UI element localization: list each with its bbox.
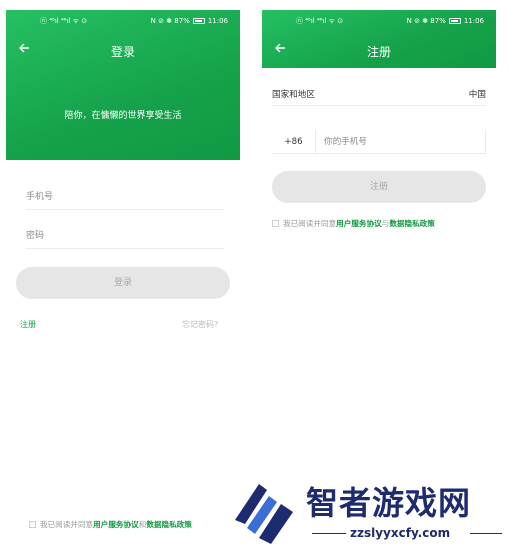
country-code[interactable]: +86: [272, 130, 316, 154]
region-label: 国家和地区: [272, 90, 315, 100]
agreement-and: 与: [381, 219, 390, 228]
status-bar: ⓝ ⁴⁶ıl ⁴⁶ıl ᯤ ⊙ N ⊘ ✱ 87% 11:06: [262, 16, 496, 28]
register-header: ⓝ ⁴⁶ıl ⁴⁶ıl ᯤ ⊙ N ⊘ ✱ 87% 11:06 注册: [262, 10, 496, 68]
screenshot-canvas: ⓝ ⁴⁶ıl ⁴⁶ıl ᯤ ⊙ N ⊘ ✱ 87% 11:06 登录 陪你，在慵…: [0, 0, 509, 546]
clock: 11:06: [207, 17, 228, 25]
status-bar: ⓝ ⁴⁶ıl ⁴⁶ıl ᯤ ⊙ N ⊘ ✱ 87% 11:06: [6, 16, 240, 28]
battery-icon: [448, 18, 461, 24]
register-agreement: 我已阅读并同意 用户服务协议 与 数据隐私政策: [272, 218, 435, 229]
agreement-checkbox[interactable]: [272, 220, 279, 227]
status-bar-right: N ⊘ ✱ 87% 11:06: [151, 16, 228, 26]
region-selector[interactable]: 国家和地区 中国: [272, 84, 486, 106]
clock: 11:06: [463, 17, 484, 25]
forgot-password-link[interactable]: 忘记密码?: [182, 319, 218, 330]
status-indicators: N ⊘ ✱ 87%: [150, 17, 190, 25]
signal-icons: ⓝ ⁴⁶ıl ⁴⁶ıl ᯤ ⊙: [296, 17, 344, 25]
watermark-title: 智者游戏网: [306, 484, 472, 522]
status-bar-right: N ⊘ ✱ 87% 11:06: [407, 16, 484, 26]
agreement-prefix: 我已阅读并同意: [283, 219, 337, 228]
phone-input[interactable]: 手机号: [26, 184, 224, 210]
privacy-link[interactable]: 数据隐私政策: [146, 519, 192, 530]
signal-icons: ⓝ ⁴⁶ıl ⁴⁶ıl ᯤ ⊙: [40, 17, 88, 25]
login-button[interactable]: 登录: [16, 267, 230, 299]
battery-icon: [192, 18, 205, 24]
terms-link[interactable]: 用户服务协议: [93, 519, 139, 530]
register-phone-row: +86 你的手机号: [272, 130, 486, 154]
terms-link[interactable]: 用户服务协议: [336, 218, 382, 229]
register-link[interactable]: 注册: [20, 319, 36, 330]
slogan: 陪你，在慵懒的世界享受生活: [64, 111, 182, 121]
login-header: ⓝ ⁴⁶ıl ⁴⁶ıl ᯤ ⊙ N ⊘ ✱ 87% 11:06 登录 陪你，在慵…: [6, 10, 240, 160]
page-title: 注册: [366, 45, 391, 59]
register-button[interactable]: 注册: [272, 171, 486, 203]
agreement-checkbox[interactable]: [29, 521, 36, 528]
region-value: 中国: [468, 90, 486, 100]
status-bar-left: ⓝ ⁴⁶ıl ⁴⁶ıl ᯤ ⊙: [40, 16, 87, 26]
status-bar-left: ⓝ ⁴⁶ıl ⁴⁶ıl ᯤ ⊙: [296, 16, 343, 26]
login-agreement: 我已阅读并同意 用户服务协议 和 数据隐私政策: [29, 519, 192, 530]
register-phone-input[interactable]: 你的手机号: [324, 130, 367, 154]
page-title: 登录: [110, 45, 135, 59]
watermark-url: zzslyyxcfy.com: [350, 526, 451, 540]
agreement-and: 和: [138, 520, 147, 529]
status-indicators: N ⊘ ✱ 87%: [406, 17, 446, 25]
agreement-prefix: 我已阅读并同意: [40, 520, 94, 529]
watermark-logo-icon: [235, 484, 293, 544]
password-input[interactable]: 密码: [26, 223, 224, 249]
watermark-divider-right: [470, 533, 502, 534]
watermark-divider-left: [312, 533, 346, 534]
privacy-link[interactable]: 数据隐私政策: [389, 218, 435, 229]
